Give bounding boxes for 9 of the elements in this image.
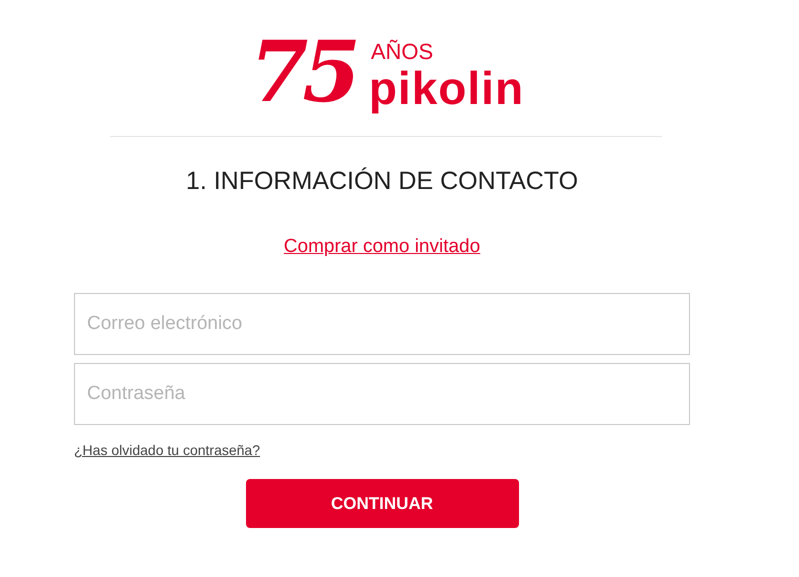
logo-number: 75 — [250, 30, 356, 114]
email-field[interactable]: Correo electrónico — [74, 293, 690, 355]
section-heading: 1. INFORMACIÓN DE CONTACTO — [186, 166, 578, 197]
forgot-password-link[interactable]: ¿Has olvidado tu contraseña? — [74, 441, 260, 459]
guest-checkout-link[interactable]: Comprar como invitado — [284, 235, 480, 259]
logo-years: AÑOS — [370, 40, 434, 64]
continue-button[interactable]: CONTINUAR — [246, 479, 518, 528]
logo-brand: pikolin — [368, 64, 524, 112]
password-field[interactable]: Contraseña — [74, 363, 690, 425]
